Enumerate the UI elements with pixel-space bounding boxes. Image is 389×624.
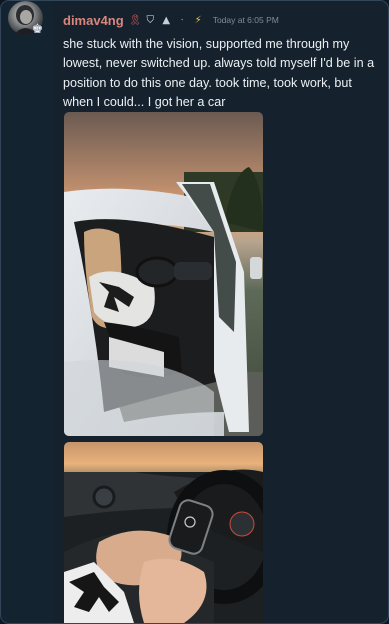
shield-badge-icon[interactable]: ⛉ <box>145 15 156 26</box>
message-text: she stuck with the vision, supported me … <box>63 37 375 110</box>
timestamp[interactable]: Today at 6:05 PM <box>213 15 279 25</box>
crown-icon: ♚ <box>31 22 44 37</box>
photo-attachment[interactable] <box>64 442 263 623</box>
chat-message-panel: ♚ dimav4ng 🎗 ⛉ ▲ ⋅ ⚡ Today at 6:05 PM sh… <box>0 0 389 624</box>
ribbon-badge-icon[interactable]: 🎗 <box>129 15 142 26</box>
message-gutter <box>1 1 53 623</box>
username[interactable]: dimav4ng <box>63 13 124 28</box>
photo-attachment[interactable] <box>64 112 263 436</box>
lightning-badge-icon[interactable]: ⚡ <box>193 15 204 26</box>
message-header: dimav4ng 🎗 ⛉ ▲ ⋅ ⚡ Today at 6:05 PM <box>63 11 279 29</box>
graduation-cap-badge-icon[interactable]: ▲ <box>161 15 172 26</box>
pin-badge-icon[interactable]: ⋅ <box>177 15 188 26</box>
